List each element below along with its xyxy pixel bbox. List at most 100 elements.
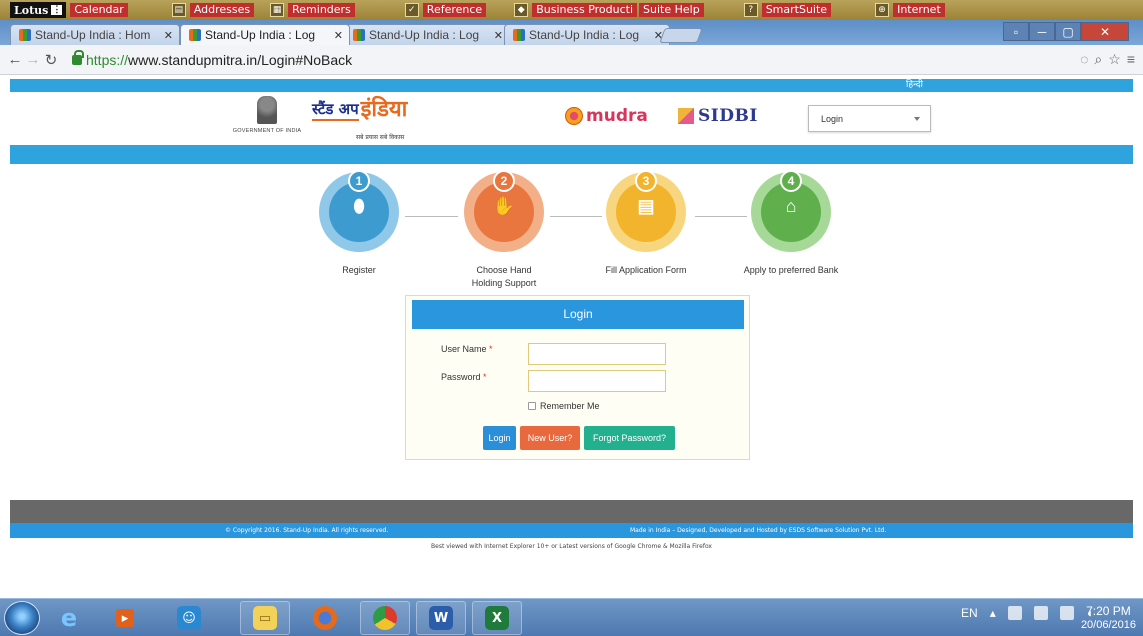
- address-bar: ← → ↻ https://www.standupmitra.in/Login#…: [0, 45, 1143, 75]
- remember-me[interactable]: Remember Me: [528, 401, 600, 411]
- login-button[interactable]: Login: [483, 426, 516, 450]
- close-tab-icon[interactable]: ✕: [494, 29, 503, 42]
- step-circle: 4 ⌂: [751, 170, 831, 252]
- govt-emblem: GOVERNMENT OF INDIA: [232, 96, 302, 134]
- username-input[interactable]: [528, 343, 666, 365]
- chevron-down-icon: [914, 117, 920, 121]
- browser-tab-strip: Stand-Up India : Hom ✕ Stand-Up India : L…: [0, 20, 1143, 45]
- chevron-up-icon[interactable]: ▴: [990, 606, 996, 620]
- power-icon[interactable]: [1033, 606, 1048, 620]
- forgot-password-button[interactable]: Forgot Password?: [584, 426, 675, 450]
- step-circle: 2 ✋: [464, 170, 544, 252]
- language-indicator[interactable]: EN: [961, 606, 978, 620]
- window-controls: ▫ ─ ▢ ✕: [1003, 22, 1129, 41]
- made-in-text: Made in India – Designed, Developed and …: [630, 527, 887, 534]
- excel-icon[interactable]: X: [472, 601, 522, 635]
- back-arrow-icon[interactable]: ←: [6, 51, 24, 68]
- copyright-text: © Copyright 2016. Stand-Up India. All ri…: [225, 527, 389, 534]
- login-form-title: Login: [412, 300, 744, 329]
- lotus-item-calendar[interactable]: Calendar: [70, 2, 128, 18]
- system-tray: EN ▴ ◖: [961, 606, 1093, 620]
- footer-band: [10, 500, 1133, 523]
- logo-tagline: सबे प्रयास सबे विकास: [356, 134, 405, 141]
- tab-standup-home[interactable]: Stand-Up India : Hom ✕: [10, 24, 180, 45]
- close-tab-icon[interactable]: ✕: [164, 29, 173, 42]
- ashoka-emblem-icon: [257, 96, 277, 124]
- media-icon[interactable]: ▸: [100, 601, 150, 635]
- sidbi-mark-icon: [678, 108, 694, 124]
- password-input[interactable]: [528, 370, 666, 392]
- step-apply-bank: 4 ⌂ Apply to preferred Bank: [736, 170, 846, 277]
- new-user-button[interactable]: New User?: [520, 426, 580, 450]
- login-dropdown[interactable]: Login: [808, 105, 931, 132]
- reminders-icon: ▦: [270, 3, 285, 17]
- lotus-item-smartsuite[interactable]: ? SmartSuite: [743, 2, 832, 18]
- site-favicon-icon: [353, 29, 365, 41]
- people-icon[interactable]: ☺: [164, 601, 214, 635]
- blue-band: [10, 145, 1133, 164]
- shield-icon[interactable]: ◌: [1080, 51, 1088, 68]
- form-icon: ▤: [637, 196, 655, 216]
- browser-note: Best viewed with Internet Explorer 10+ o…: [431, 543, 712, 550]
- lotus-item-addresses[interactable]: ▤ Addresses: [171, 2, 255, 18]
- start-button[interactable]: [4, 601, 40, 635]
- addresses-icon: ▤: [171, 3, 186, 17]
- firefox-icon[interactable]: [300, 601, 350, 635]
- folder-icon[interactable]: ▭: [240, 601, 290, 635]
- chrome-icon[interactable]: [360, 601, 410, 635]
- handshake-icon: ✋: [492, 196, 516, 216]
- lotus-item-help[interactable]: Suite Help: [639, 2, 704, 18]
- step-register: 1 ⬮ Register: [304, 170, 414, 277]
- menu-icon[interactable]: ≡: [1127, 51, 1135, 68]
- remember-me-checkbox[interactable]: [528, 402, 536, 410]
- user-icon[interactable]: ▫: [1003, 22, 1029, 41]
- url-field[interactable]: https://www.standupmitra.in/Login#NoBack: [72, 49, 352, 68]
- close-window-button[interactable]: ✕: [1081, 22, 1129, 41]
- bank-icon: ⌂: [785, 196, 797, 216]
- password-label: Password *: [441, 372, 487, 382]
- site-favicon-icon: [189, 29, 201, 41]
- forward-arrow-icon[interactable]: →: [24, 51, 42, 68]
- action-center-icon[interactable]: [1007, 606, 1022, 620]
- hindi-language-link[interactable]: हिन्दी: [906, 79, 923, 92]
- reference-icon: ✓: [404, 3, 419, 17]
- word-icon[interactable]: W: [416, 601, 466, 635]
- lotus-item-business[interactable]: ◆ Business Producti: [514, 2, 638, 18]
- tab-standup-login-active[interactable]: Stand-Up India : Log ✕: [180, 24, 350, 45]
- bookmark-star-icon[interactable]: ☆: [1108, 51, 1121, 68]
- maximize-button[interactable]: ▢: [1055, 22, 1081, 41]
- username-label: User Name *: [441, 344, 493, 354]
- site-favicon-icon: [19, 29, 31, 41]
- internet-icon: ⊕: [875, 3, 890, 17]
- step-circle: 3 ▤: [606, 170, 686, 252]
- mouse-icon: ⬮: [353, 196, 365, 216]
- lotus-item-reminders[interactable]: ▦ Reminders: [270, 2, 355, 18]
- new-tab-button[interactable]: [659, 28, 703, 43]
- lock-icon: [72, 49, 84, 65]
- clock[interactable]: 7:20 PM 20/06/2016: [1081, 604, 1136, 632]
- mudra-coin-icon: [565, 107, 583, 125]
- site-top-strip: हिन्दी: [10, 79, 1133, 92]
- step-application-form: 3 ▤ Fill Application Form: [591, 170, 701, 277]
- lotus-logo[interactable]: Lotus ⋮: [10, 2, 67, 18]
- mudra-logo: mudra: [565, 106, 648, 126]
- login-form: Login User Name * Password * Remember Me…: [405, 295, 750, 460]
- step-hand-holding: 2 ✋ Choose Hand Holding Support: [449, 170, 559, 290]
- address-bar-actions: ◌ ⌕ ☆ ≡: [1080, 51, 1135, 68]
- tab-standup-login-3[interactable]: Stand-Up India : Log ✕: [504, 24, 670, 45]
- footer-bar: © Copyright 2016. Stand-Up India. All ri…: [10, 523, 1133, 538]
- lotus-item-internet[interactable]: ⊕ Internet: [875, 2, 945, 18]
- step-circle: 1 ⬮: [319, 170, 399, 252]
- standup-india-logo[interactable]: स्टैंड अप इंडिया: [312, 99, 407, 121]
- minimize-button[interactable]: ─: [1029, 22, 1055, 41]
- close-tab-icon[interactable]: ✕: [334, 29, 343, 42]
- tab-standup-login-2[interactable]: Stand-Up India : Log ✕: [344, 24, 510, 45]
- network-icon[interactable]: [1059, 606, 1074, 620]
- reload-icon[interactable]: ↻: [42, 51, 60, 69]
- zoom-icon[interactable]: ⌕: [1094, 51, 1102, 68]
- lotus-smartsuite-bar: Lotus ⋮ Calendar ▤ Addresses ▦ Reminders ✓ R…: [0, 0, 1143, 20]
- site-favicon-icon: [513, 29, 525, 41]
- internet-explorer-icon[interactable]: e: [44, 601, 94, 635]
- smartsuite-icon: ?: [743, 3, 758, 17]
- lotus-item-reference[interactable]: ✓ Reference: [404, 2, 487, 18]
